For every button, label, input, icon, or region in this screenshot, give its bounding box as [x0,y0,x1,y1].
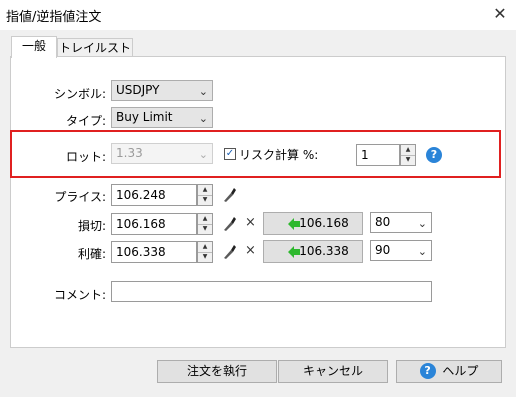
stoploss-input[interactable]: 106.168 [111,213,197,235]
stoploss-points-select[interactable]: 80 ⌄ [370,212,432,233]
spin-down-icon[interactable]: ▼ [198,224,212,234]
takeprofit-input[interactable]: 106.338 [111,241,197,263]
spin-down-icon[interactable]: ▼ [198,195,212,205]
takeprofit-label: 利確: [77,247,106,261]
help-label: ヘルプ [442,364,479,378]
cancel-label: キャンセル [302,364,363,378]
takeprofit-set-button[interactable]: 106.338 [263,240,363,263]
lot-label: ロット: [65,150,106,164]
lot-select[interactable]: 1.33 ⌄ [111,143,213,164]
risk-checkbox[interactable]: ✓ [224,148,236,160]
multiply-icon: × [245,215,256,230]
risk-percent-input[interactable]: 1 [356,144,400,166]
stoploss-points-value: 80 [375,215,391,229]
title-bar: 指値/逆指値注文 ✕ [0,0,516,30]
risk-percent-value: 1 [361,148,369,162]
chevron-down-icon: ⌄ [417,245,427,258]
green-left-arrow-icon [288,246,300,258]
takeprofit-points-select[interactable]: 90 ⌄ [370,240,432,261]
stoploss-value: 106.168 [116,217,166,231]
takeprofit-points-value: 90 [375,243,391,257]
green-left-arrow-icon [288,218,300,230]
chevron-down-icon: ⌄ [198,148,208,161]
window-title: 指値/逆指値注文 [6,10,102,25]
comment-label: コメント: [53,288,106,302]
help-button[interactable]: ? ヘルプ [396,360,502,383]
takeprofit-spinner[interactable]: ▲ ▼ [197,241,213,263]
multiply-icon: × [245,243,256,258]
symbol-label: シンボル: [53,87,106,101]
spin-down-icon[interactable]: ▼ [401,155,415,165]
close-icon[interactable]: ✕ [489,3,511,25]
stoploss-set-button[interactable]: 106.168 [263,212,363,235]
cancel-button[interactable]: キャンセル [278,360,388,383]
price-spinner[interactable]: ▲ ▼ [197,184,213,206]
lot-value: 1.33 [116,146,143,160]
type-value: Buy Limit [116,110,173,124]
price-input[interactable]: 106.248 [111,184,197,206]
symbol-select[interactable]: USDJPY ⌄ [111,80,213,101]
price-label: プライス: [54,190,106,204]
takeprofit-value: 106.338 [116,245,166,259]
symbol-value: USDJPY [116,83,160,97]
pipette-icon[interactable] [221,242,237,260]
execute-order-label: 注文を執行 [186,364,247,378]
type-select[interactable]: Buy Limit ⌄ [111,107,213,128]
stoploss-spinner[interactable]: ▲ ▼ [197,213,213,235]
tab-trailing-stop[interactable]: トレイルストップ [57,38,133,73]
comment-input[interactable] [111,281,432,302]
pipette-icon[interactable] [221,185,237,203]
risk-checkbox-label: リスク計算 %: [239,148,319,162]
help-icon[interactable]: ? [426,147,442,163]
help-icon: ? [419,362,436,379]
tab-general-label: 一般 [21,39,46,53]
pipette-icon[interactable] [221,214,237,232]
risk-percent-spinner[interactable]: ▲ ▼ [400,144,416,166]
tab-general[interactable]: 一般 [11,36,57,58]
execute-order-button[interactable]: 注文を執行 [157,360,277,383]
chevron-down-icon: ⌄ [198,85,208,98]
spin-down-icon[interactable]: ▼ [198,252,212,262]
price-value: 106.248 [116,188,166,202]
stoploss-label: 損切: [77,219,106,233]
chevron-down-icon: ⌄ [417,217,427,230]
chevron-down-icon: ⌄ [198,112,208,125]
type-label: タイプ: [65,114,106,128]
